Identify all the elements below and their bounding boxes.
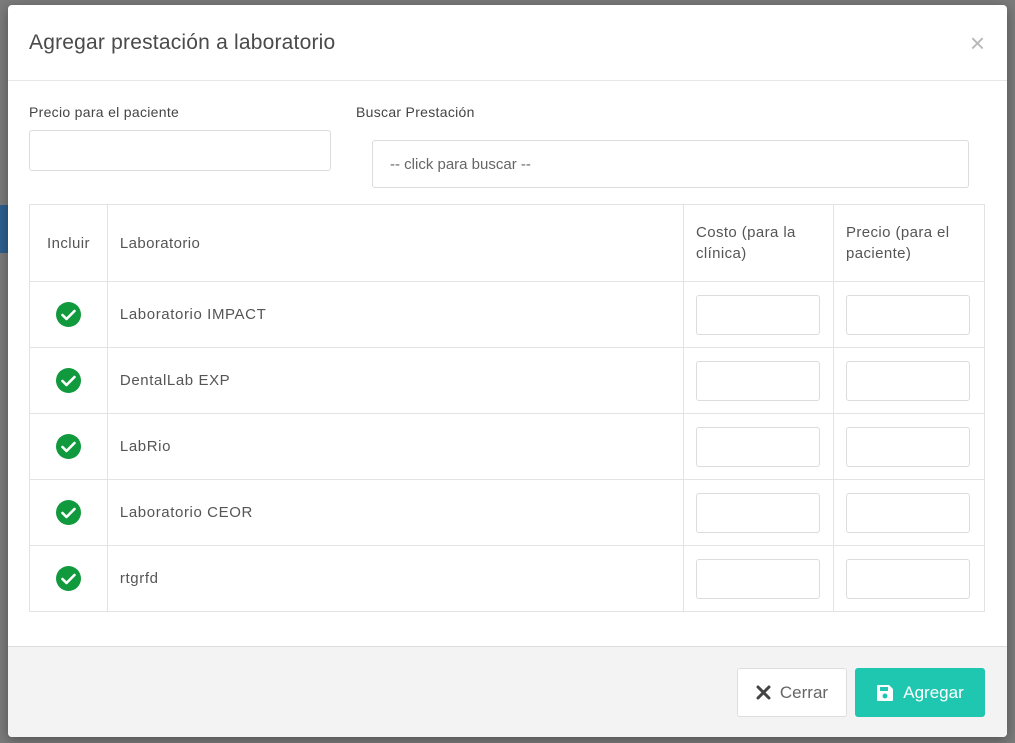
table-row: LabRio: [29, 413, 986, 480]
cost-cell: [682, 413, 834, 480]
price-input[interactable]: [29, 130, 331, 171]
cost-input[interactable]: [695, 360, 820, 401]
cost-input[interactable]: [695, 558, 820, 599]
price-cell: [832, 413, 986, 480]
cost-cell: [682, 479, 834, 546]
table-row: DentalLab EXP: [29, 347, 986, 414]
x-icon: [756, 685, 771, 700]
patient-price-input[interactable]: [845, 492, 970, 533]
cost-input[interactable]: [695, 426, 820, 467]
lab-name: rtgrfd: [106, 545, 684, 612]
table-row: Laboratorio IMPACT: [29, 281, 986, 348]
lab-name: Laboratorio CEOR: [106, 479, 684, 546]
lab-name: LabRio: [106, 413, 684, 480]
lab-name: DentalLab EXP: [106, 347, 684, 414]
table-header-row: Incluir Laboratorio Costo (para la clíni…: [29, 204, 986, 282]
patient-price-input[interactable]: [845, 558, 970, 599]
check-circle-icon[interactable]: [55, 434, 81, 459]
table-row: Laboratorio CEOR: [29, 479, 986, 546]
close-button-label: Cerrar: [779, 682, 829, 702]
modal-title: Agregar prestación a laboratorio: [29, 30, 336, 54]
header-include: Incluir: [29, 204, 108, 282]
include-cell: [29, 545, 108, 612]
search-label: Buscar Prestación: [356, 104, 475, 120]
add-button-label: Agregar: [903, 682, 964, 702]
cost-input[interactable]: [695, 492, 820, 533]
search-service-select[interactable]: -- click para buscar --: [372, 140, 969, 188]
patient-price-input[interactable]: [845, 294, 970, 335]
cost-cell: [682, 545, 834, 612]
check-circle-icon[interactable]: [55, 302, 81, 327]
add-service-modal: Agregar prestación a laboratorio × Preci…: [8, 5, 1007, 737]
lab-name: Laboratorio IMPACT: [106, 281, 684, 348]
price-cell: [832, 281, 986, 348]
close-button[interactable]: Cerrar: [737, 668, 847, 717]
background-button-fragment: [0, 205, 8, 253]
check-circle-icon[interactable]: [55, 500, 81, 525]
close-icon[interactable]: ×: [970, 30, 985, 56]
check-circle-icon[interactable]: [55, 566, 81, 591]
modal-footer: Cerrar Agregar: [8, 646, 1007, 737]
header-price: Precio (para el paciente): [832, 204, 986, 282]
cost-cell: [682, 347, 834, 414]
add-button[interactable]: Agregar: [855, 668, 985, 717]
price-cell: [832, 545, 986, 612]
modal-body: Precio para el paciente Buscar Prestació…: [8, 81, 1007, 646]
include-cell: [29, 479, 108, 546]
cost-input[interactable]: [695, 294, 820, 335]
price-cell: [832, 347, 986, 414]
include-cell: [29, 413, 108, 480]
check-circle-icon[interactable]: [55, 368, 81, 393]
table-row: rtgrfd: [29, 545, 986, 612]
price-label: Precio para el paciente: [29, 104, 180, 120]
include-cell: [29, 347, 108, 414]
include-cell: [29, 281, 108, 348]
labs-table: Incluir Laboratorio Costo (para la clíni…: [29, 204, 986, 612]
cost-cell: [682, 281, 834, 348]
save-icon: [877, 684, 894, 701]
header-lab: Laboratorio: [106, 204, 684, 282]
price-cell: [832, 479, 986, 546]
patient-price-input[interactable]: [845, 360, 970, 401]
patient-price-input[interactable]: [845, 426, 970, 467]
header-cost: Costo (para la clínica): [682, 204, 834, 282]
search-placeholder: -- click para buscar --: [390, 155, 531, 173]
modal-header: Agregar prestación a laboratorio ×: [8, 5, 1007, 81]
